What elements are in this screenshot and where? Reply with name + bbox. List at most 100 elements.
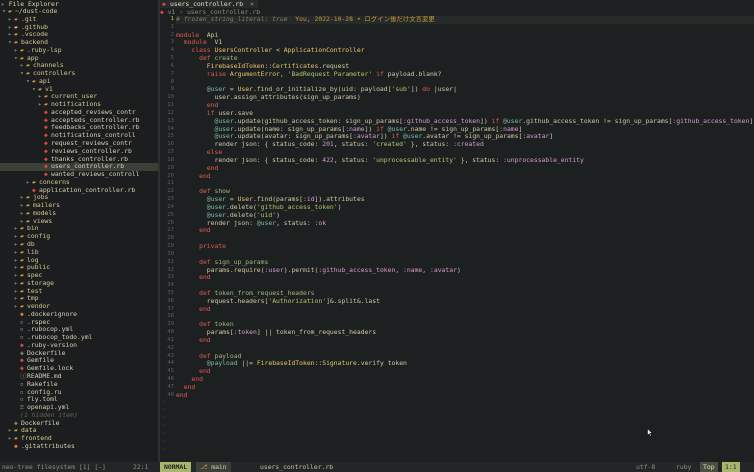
code-line[interactable]: end: [176, 306, 754, 314]
tree-folder[interactable]: ▾ ▰ api: [0, 78, 158, 86]
tree-folder[interactable]: ▸ ▰ models: [0, 210, 158, 218]
tree-file[interactable]: ▫ .rspec: [0, 319, 158, 327]
code-line[interactable]: end: [176, 376, 754, 384]
tree-folder[interactable]: ▾ ▰ ~/dust-code: [0, 8, 158, 16]
code-line[interactable]: [176, 235, 754, 243]
tree-folder[interactable]: ▸ ▰ tmp: [0, 295, 158, 303]
tree-file[interactable]: ◆ accepteds_controller.rb: [0, 117, 158, 125]
tree-file[interactable]: ▫ Rakefile: [0, 381, 158, 389]
tree-folder[interactable]: ▾ ▰ controllers: [0, 70, 158, 78]
code-line[interactable]: render json: { status_code: 201, status:…: [176, 141, 754, 149]
tree-file[interactable]: ▫ .rubocop_todo.yml: [0, 334, 158, 342]
tree-file[interactable]: ⓘREADME.md: [0, 373, 158, 381]
tree-folder[interactable]: ▸ ▰ db: [0, 241, 158, 249]
tree-file[interactable]: ◆ request_reviews_contr: [0, 140, 158, 148]
code-line[interactable]: def sign_up_params: [176, 259, 754, 267]
tree-folder[interactable]: ▾ ▰ backend: [0, 39, 158, 47]
tree-folder[interactable]: ▾ ▰ app: [0, 55, 158, 63]
code-line[interactable]: end: [176, 173, 754, 181]
code-area[interactable]: # frozen_string_literal: true You, 2022-…: [176, 16, 754, 400]
code-line[interactable]: @user.update(avatar: sign_up_params[:ava…: [176, 133, 754, 141]
code-line[interactable]: [176, 180, 754, 188]
tree-folder[interactable]: ▸ ▰ notifications: [0, 101, 158, 109]
code-line[interactable]: [176, 282, 754, 290]
tree-folder[interactable]: ▸ ▰ vendor: [0, 303, 158, 311]
tree-file[interactable]: ◆ accepted_reviews_contr: [0, 109, 158, 117]
code-line[interactable]: [176, 345, 754, 353]
tree-file[interactable]: ◆ feedbacks_controller.rb: [0, 124, 158, 132]
code-line[interactable]: end: [176, 392, 754, 400]
code-line[interactable]: params.require(:user).permit(:github_acc…: [176, 267, 754, 275]
code-editor[interactable]: 1 1 2 3 4 5 6 7 8 9 10 11 12 13 14 15 16 17 18 19 20 21 22 23 24…: [160, 16, 754, 462]
code-line[interactable]: FirebaseIdToken::Certificates.request: [176, 63, 754, 71]
tree-file[interactable]: ◆ .dockerignore: [0, 311, 158, 319]
code-line[interactable]: [176, 79, 754, 87]
tree-file[interactable]: ◆ notifications_controll: [0, 132, 158, 140]
tree-file[interactable]: ◈ Dockerfile: [0, 350, 158, 358]
code-line[interactable]: @payload ||= FirebaseIdToken::Signature.…: [176, 360, 754, 368]
code-line[interactable]: end: [176, 274, 754, 282]
tree-folder[interactable]: ▸ ▰ public: [0, 264, 158, 272]
code-line[interactable]: render json: @user, status: :ok: [176, 220, 754, 228]
tree-file[interactable]: ◆ wanted_reviews_controll: [0, 171, 158, 179]
tree-file[interactable]: ◆ reviews_controller.rb: [0, 148, 158, 156]
code-line[interactable]: @user.update(name: sign_up_params[:name]…: [176, 126, 754, 134]
tree-folder[interactable]: ▸ ▰ views: [0, 218, 158, 226]
code-line[interactable]: end: [176, 337, 754, 345]
explorer-toggle-icon[interactable]: ▸: [1, 0, 9, 8]
code-line[interactable]: def token_from_request_headers: [176, 290, 754, 298]
tree-folder[interactable]: ▸ ▰ current_user: [0, 93, 158, 101]
tree-file[interactable]: ▫ .rubocop.yml: [0, 326, 158, 334]
code-line[interactable]: raise ArgumentError, 'BadRequest Paramet…: [176, 71, 754, 79]
tree-folder[interactable]: ▸ ▰ jobs: [0, 194, 158, 202]
code-line[interactable]: end: [176, 384, 754, 392]
code-line[interactable]: render json: { status_code: 422, status:…: [176, 157, 754, 165]
tree-folder[interactable]: ▸ ▰ log: [0, 257, 158, 265]
code-line[interactable]: else: [176, 149, 754, 157]
tree-file[interactable]: ▫ config.ru: [0, 389, 158, 397]
tree-folder[interactable]: ▸ ▰ bin: [0, 225, 158, 233]
code-line[interactable]: @user = User.find(params[:id]).attribute…: [176, 196, 754, 204]
tree-folder[interactable]: ▸ ▰ .ruby-lsp: [0, 47, 158, 55]
code-line[interactable]: [176, 313, 754, 321]
code-line[interactable]: params[:token] || token_from_request_hea…: [176, 329, 754, 337]
file-explorer[interactable]: ▸ File Explorer ▾ ▰ ~/dust-code ▸ ▰ .git ▸ ▰ .gi…: [0, 0, 158, 462]
tree-file[interactable]: ◆ .gitattributes: [0, 443, 158, 451]
code-line[interactable]: end: [176, 227, 754, 235]
code-line[interactable]: [176, 24, 754, 32]
code-line[interactable]: @user.delete('github_access_token'): [176, 204, 754, 212]
code-line[interactable]: def payload: [176, 353, 754, 361]
tree-folder[interactable]: ▸ ▰ .github: [0, 24, 158, 32]
tree-folder[interactable]: ▸ ▰ concerns: [0, 179, 158, 187]
code-line[interactable]: if user.save: [176, 110, 754, 118]
tree-folder[interactable]: ▸ ▰ channels: [0, 62, 158, 70]
code-line[interactable]: end: [176, 102, 754, 110]
tree-file[interactable]: ◆ application_controller.rb: [0, 187, 158, 195]
tree-folder[interactable]: ▸ ▰ mailers: [0, 202, 158, 210]
tree-folder[interactable]: ▸ ▰ test: [0, 288, 158, 296]
code-line[interactable]: def create: [176, 55, 754, 63]
tree-file[interactable]: ◆ users_controller.rb: [0, 163, 158, 172]
tree-folder[interactable]: ▸ ▰ config: [0, 233, 158, 241]
tree-folder[interactable]: ▸ ▰ .vscode: [0, 31, 158, 39]
code-line[interactable]: def show: [176, 188, 754, 196]
tree-folder[interactable]: ▾ ▰ v1: [0, 86, 158, 94]
code-line[interactable]: end: [176, 165, 754, 173]
code-line[interactable]: @user.update(github_access_token: sign_u…: [176, 118, 754, 126]
code-line[interactable]: [176, 251, 754, 259]
tree-file[interactable]: ◆ Gemfile.lock: [0, 365, 158, 373]
code-line[interactable]: @user.delete('uid'): [176, 212, 754, 220]
code-line[interactable]: # frozen_string_literal: true You, 2022-…: [176, 16, 754, 24]
code-line[interactable]: @user = User.find_or_initialize_by(uid: …: [176, 86, 754, 94]
code-line[interactable]: end: [176, 368, 754, 376]
tree-file[interactable]: ◆ .ruby-version: [0, 342, 158, 350]
tree-folder[interactable]: ▸ ▰ spec: [0, 272, 158, 280]
tree-file[interactable]: ◈ Dockerfile: [0, 420, 158, 428]
code-line[interactable]: module V1: [176, 39, 754, 47]
tree-folder[interactable]: ▸ ▰ data: [0, 427, 158, 435]
tree-file[interactable]: ▫ fly.toml: [0, 396, 158, 404]
tree-folder[interactable]: ▸ ▰ frontend: [0, 435, 158, 443]
tree-file[interactable]: ◆ Gemfile: [0, 357, 158, 365]
breadcrumb-path[interactable]: v1 › users_controller.rb: [168, 8, 260, 16]
tree-file[interactable]: ≡ openapi.yml: [0, 404, 158, 412]
